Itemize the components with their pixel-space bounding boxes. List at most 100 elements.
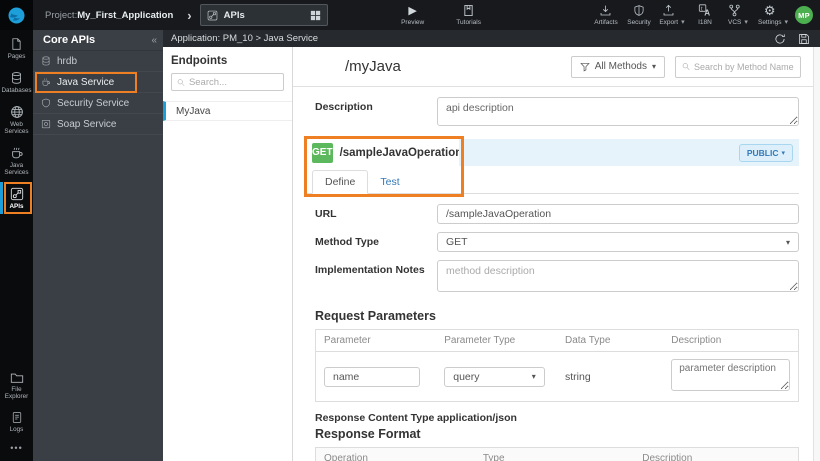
database-icon (41, 56, 51, 66)
security-button[interactable]: Security (626, 4, 652, 26)
user-avatar[interactable]: MP (795, 6, 813, 24)
endpoints-search[interactable] (171, 73, 284, 91)
chevron-down-icon: ▾ (681, 19, 685, 26)
export-button[interactable]: Export ▾ (659, 4, 685, 26)
chevron-down-icon: ▾ (784, 19, 788, 26)
method-search[interactable] (675, 55, 801, 78)
http-method-badge[interactable]: GET (312, 142, 333, 163)
table-row: query ▾ string (316, 352, 799, 402)
i18n-label: I18N (698, 19, 712, 26)
method-type-select[interactable]: GET ▾ (437, 232, 799, 252)
artifacts-button[interactable]: Artifacts (593, 4, 619, 26)
tutorials-icon (463, 4, 474, 17)
chevron-down-icon: ▾ (651, 62, 656, 71)
tutorials-button[interactable]: Tutorials (456, 4, 482, 26)
implementation-notes-label: Implementation Notes (315, 264, 425, 276)
core-apis-item-hrdb[interactable]: hrdb (33, 51, 163, 72)
save-icon[interactable] (798, 33, 810, 45)
implementation-notes-textarea[interactable] (437, 260, 799, 292)
collapse-panel-icon[interactable]: « (151, 35, 157, 46)
sidebar-item-label: File Explorer (4, 386, 29, 400)
column-header: Description (634, 447, 799, 461)
chevron-down-icon: ▾ (781, 149, 785, 157)
operation-header-bar[interactable]: GET /sampleJavaOperation PUBLIC ▾ (307, 139, 799, 166)
core-apis-item-java-service[interactable]: Java Service (33, 72, 163, 93)
endpoint-item-myjava[interactable]: MyJava (163, 101, 292, 121)
parameter-name-input[interactable] (324, 366, 420, 387)
vcs-button[interactable]: VCS ▾ (725, 4, 751, 26)
sidebar-item-databases[interactable]: Databases (0, 66, 33, 98)
response-format-heading: Response Format (315, 427, 421, 441)
tab-test[interactable]: Test (368, 171, 411, 193)
core-apis-item-security-service[interactable]: Security Service (33, 93, 163, 114)
sidebar-item-java-services[interactable]: Java Services (0, 141, 33, 180)
visibility-dropdown[interactable]: PUBLIC ▾ (738, 143, 793, 162)
endpoints-title: Endpoints (171, 55, 228, 67)
column-header: Parameter (315, 329, 437, 352)
parameter-description-textarea[interactable] (671, 359, 790, 391)
description-textarea[interactable]: api description (437, 97, 799, 126)
search-icon (177, 78, 185, 86)
vertical-scrollbar[interactable] (813, 47, 820, 461)
play-icon: ▶ (408, 5, 417, 17)
all-methods-label: All Methods (594, 61, 647, 72)
sidebar-item-logs[interactable]: Logs (0, 406, 33, 437)
export-label: Export (659, 19, 679, 26)
preview-button[interactable]: ▶ Preview (400, 4, 426, 27)
settings-button[interactable]: ⚙ Settings ▾ (758, 4, 788, 26)
url-input[interactable] (437, 204, 799, 224)
application-header: Application: PM_10 > Java Service (163, 30, 820, 47)
workspace-tab-label: APIs (223, 9, 245, 21)
endpoint-label: MyJava (176, 105, 211, 117)
service-title: /myJava (345, 58, 401, 75)
left-icon-rail: Pages Databases Web Services Java Servic… (0, 30, 33, 461)
coffee-cup-icon (10, 146, 24, 160)
url-row: URL (315, 204, 799, 224)
implementation-notes-row: Implementation Notes (315, 260, 799, 297)
grid-icon[interactable] (310, 10, 321, 21)
refresh-icon[interactable] (774, 33, 786, 45)
sidebar-item-label: Pages (7, 53, 26, 60)
request-parameters-table: Parameter Parameter Type Data Type Descr… (315, 329, 799, 402)
sidebar-item-label: Java Services (4, 162, 29, 176)
topbar-actions: Artifacts Security Export ▾ tA I18N VCS … (593, 4, 820, 26)
annotation-highlight-apis (4, 182, 32, 214)
sidebar-item-pages[interactable]: Pages (0, 32, 33, 64)
all-methods-filter-button[interactable]: All Methods ▾ (570, 55, 665, 78)
main-content: /myJava All Methods ▾ Description api de… (293, 47, 820, 461)
annotation-highlight-java-service (35, 72, 137, 93)
data-type-value: string (565, 370, 591, 383)
shield-icon (41, 98, 51, 108)
more-options-icon[interactable]: ••• (0, 437, 33, 461)
core-apis-item-label: Security Service (57, 97, 130, 109)
operation-path: /sampleJavaOperation (339, 146, 463, 159)
parameter-type-select[interactable]: query ▾ (444, 366, 545, 387)
app-logo[interactable] (0, 0, 33, 30)
api-icon (207, 10, 217, 20)
endpoints-search-input[interactable] (188, 76, 278, 88)
core-apis-item-soap-service[interactable]: Soap Service (33, 114, 163, 135)
method-search-input[interactable] (694, 61, 794, 72)
artifacts-label: Artifacts (594, 19, 618, 26)
request-parameters-heading: Request Parameters (315, 309, 436, 323)
core-apis-item-label: hrdb (57, 55, 78, 67)
git-branch-icon (728, 4, 741, 17)
chevron-down-icon: ▾ (531, 372, 536, 381)
workspace-tab-apis[interactable]: APIs (199, 4, 328, 26)
service-body: Description api description GET /sampleJ… (293, 87, 813, 461)
shield-icon (633, 4, 645, 17)
i18n-button[interactable]: tA I18N (692, 4, 718, 26)
column-header: Type (474, 447, 635, 461)
method-type-row: Method Type GET ▾ (315, 232, 799, 252)
tutorials-label: Tutorials (456, 19, 481, 26)
tab-define[interactable]: Define (312, 170, 369, 194)
page-icon (10, 37, 23, 51)
sidebar-item-file-explorer[interactable]: File Explorer (0, 366, 33, 404)
sidebar-item-web-services[interactable]: Web Services (0, 100, 33, 139)
filter-funnel-icon (579, 62, 590, 72)
column-header: Operation (315, 447, 475, 461)
sidebar-item-apis[interactable]: APIs (0, 182, 33, 214)
endpoints-panel: Endpoints MyJava (163, 47, 293, 461)
column-header: Description (663, 329, 799, 352)
project-breadcrumb[interactable]: Project:My_First_Application (45, 10, 173, 21)
